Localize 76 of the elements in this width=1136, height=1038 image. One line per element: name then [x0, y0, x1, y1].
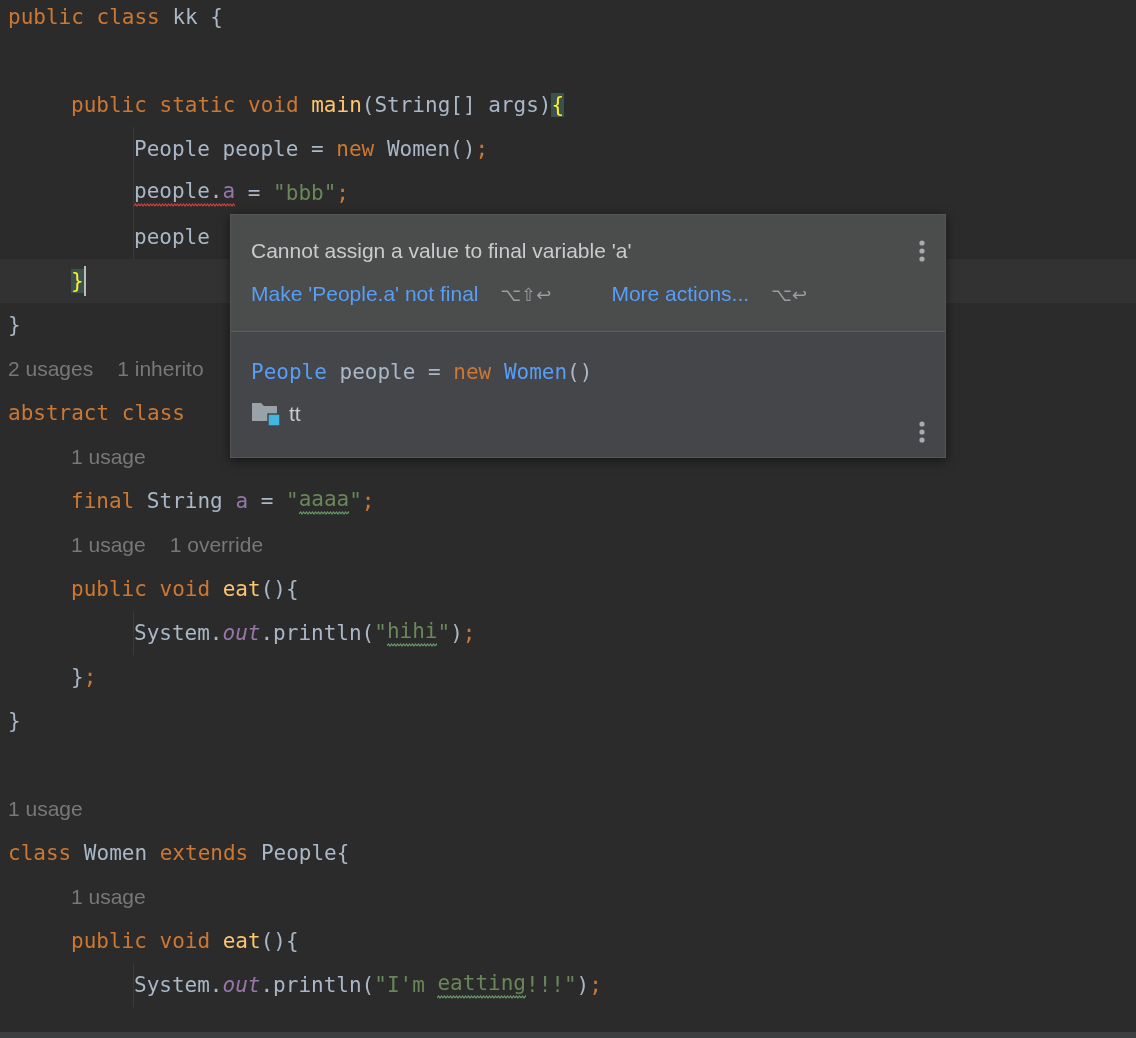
code-token: " [437, 621, 451, 645]
code-token: ; [361, 489, 375, 513]
code-token: (){ [260, 929, 299, 953]
code-token: a [235, 489, 249, 513]
inlay-hint[interactable]: 1 override [169, 533, 264, 557]
code-token: ; [336, 181, 349, 205]
code-token: } [71, 269, 84, 293]
code-token: ; [462, 621, 476, 645]
inlay-hint[interactable]: 1 usage [71, 445, 146, 469]
code-token: .println( [260, 621, 375, 645]
code-token: .println( [260, 973, 375, 997]
code-token: class [8, 841, 73, 865]
code-token: " [374, 621, 387, 645]
action-link[interactable]: Make 'People.a' not final [251, 282, 479, 306]
code-token: eat [222, 577, 261, 601]
more-options-icon[interactable] [919, 420, 925, 444]
keyboard-shortcut: ⌥⇧↩ [500, 283, 552, 305]
code-token: System. [134, 621, 223, 645]
module-name: tt [289, 402, 301, 426]
code-token: } [8, 313, 21, 337]
code-token: = [246, 181, 262, 205]
code-token: ) [576, 973, 590, 997]
code-token: people [134, 225, 210, 249]
code-token: eat [222, 929, 261, 953]
code-token: Women() [386, 137, 476, 161]
keyboard-shortcut: ⌥↩ [771, 283, 807, 305]
code-token: public void [71, 577, 212, 601]
code-token: !!!" [526, 973, 577, 997]
code-token: Women [83, 841, 149, 865]
text-caret [83, 266, 86, 296]
code-token: out [222, 973, 261, 997]
code-token: Women [503, 360, 568, 384]
code-token: final [71, 489, 136, 513]
code-token: "I'm [374, 973, 426, 997]
code-token: () [567, 360, 593, 384]
code-token: hihi [386, 619, 438, 647]
code-token: people. [134, 179, 223, 207]
code-token: String [146, 489, 224, 513]
error-message: Cannot assign a value to final variable 'a' [251, 239, 632, 263]
code-token: = [259, 489, 275, 513]
code-token: new [453, 360, 493, 384]
code-token: abstract class [8, 401, 185, 425]
code-token: out [222, 621, 261, 645]
code-token: new [336, 137, 376, 161]
code-token: people = [338, 360, 442, 384]
code-token: " [285, 489, 299, 513]
code-token: ) [450, 621, 463, 645]
code-token: main [311, 93, 362, 117]
code-token: People [251, 360, 327, 384]
code-token: kk { [172, 5, 223, 29]
code-token: public void [71, 929, 212, 953]
code-token: System. [134, 973, 223, 997]
code-token: } [71, 665, 84, 689]
code-token: People{ [260, 841, 350, 865]
code-token: eatting [437, 971, 526, 999]
code-token: " [349, 489, 362, 513]
action-link[interactable]: More actions... [611, 282, 750, 306]
inlay-hint[interactable]: 1 usage [71, 885, 146, 909]
more-options-icon[interactable] [919, 239, 925, 263]
code-token: { [551, 93, 565, 117]
code-token: } [8, 709, 21, 733]
code-token: public class [8, 5, 161, 29]
code-token: "bbb" [273, 181, 337, 205]
code-token: public static void [71, 93, 300, 117]
code-token: extends [159, 841, 250, 865]
code-token: ; [83, 665, 97, 689]
code-token: (String[] args) [361, 93, 552, 117]
inlay-hint[interactable]: 1 usage [71, 533, 146, 557]
code-token: ; [589, 973, 602, 997]
code-token: People people = [134, 137, 325, 161]
inlay-hint[interactable]: 2 usages [8, 357, 94, 381]
inlay-hint[interactable]: 1 inherito [117, 357, 204, 381]
code-token: ; [475, 137, 489, 161]
inlay-hint[interactable]: 1 usage [8, 797, 83, 821]
folder-icon [251, 401, 281, 427]
code-token: (){ [260, 577, 299, 601]
